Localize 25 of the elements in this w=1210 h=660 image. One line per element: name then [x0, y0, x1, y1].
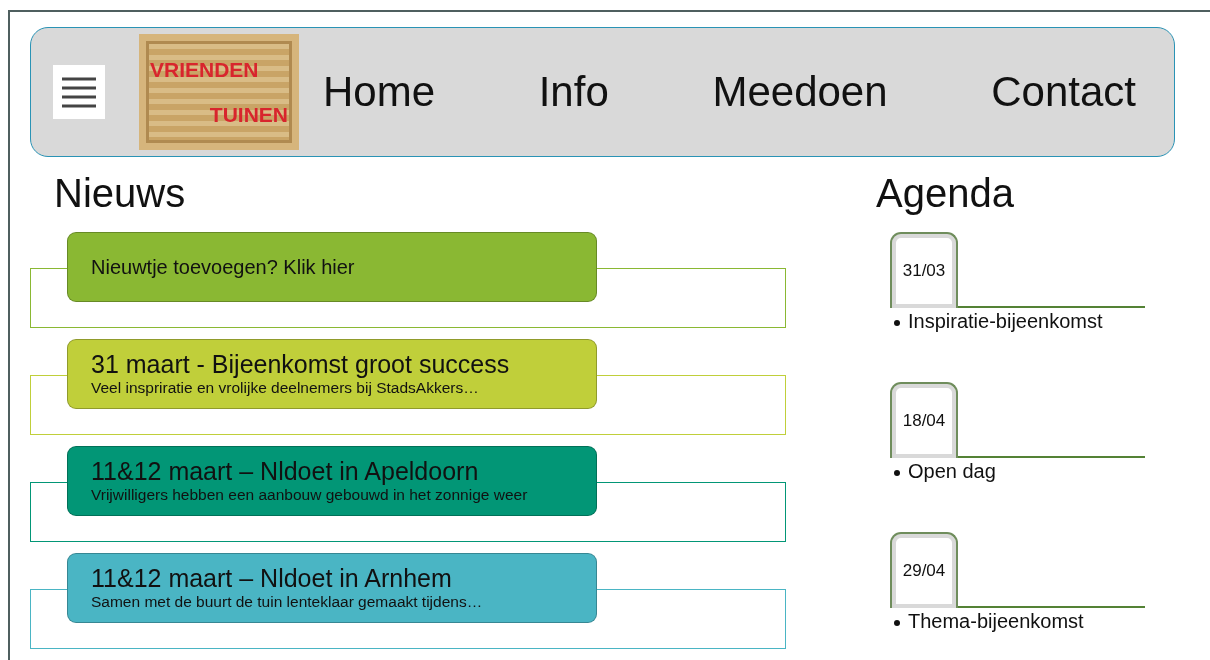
news-card[interactable]: 31 maart - Bijeenkomst groot success Veel inspriratie en vrolijke deelnemers bij StadsAkkers… — [67, 339, 597, 409]
bullet-icon — [894, 620, 900, 626]
news-summary: Vrijwilligers hebben een aanbouw gebouwd in het zonnige weer — [91, 485, 529, 504]
agenda-event: Open dag — [908, 460, 996, 483]
nav-link[interactable]: Info — [538, 68, 609, 116]
nav-link[interactable]: Home — [323, 68, 436, 116]
agenda-event: Thema-bijeenkomst — [908, 610, 1084, 633]
section-heading: Agenda — [876, 171, 1015, 216]
agenda-event: Inspiratie-bijeenkomst — [908, 310, 1103, 333]
news-title: 31 maart - Bijeenkomst groot success — [91, 351, 511, 379]
nav-link[interactable]: Meedoen — [712, 68, 888, 116]
menu-icon — [62, 76, 96, 108]
news-title: 11&12 maart – Nldoet in Arnhem — [91, 565, 453, 593]
section-heading: Nieuws — [54, 171, 187, 216]
news-card[interactable]: Nieuwtje toevoegen? Klik hier — [67, 232, 597, 302]
news-title: 11&12 maart – Nldoet in Apeldoorn — [91, 458, 480, 486]
news-summary: Samen met de buurt de tuin lenteklaar gemaakt tijdens… — [91, 592, 484, 611]
menu-button[interactable] — [53, 65, 105, 119]
news-card[interactable]: 11&12 maart – Nldoet in Apeldoorn Vrijwilligers hebben een aanbouw gebouwd in het zonnige weer — [67, 446, 597, 516]
bullet-icon — [894, 320, 900, 326]
news-summary: Veel inspriratie en vrolijke deelnemers bij StadsAkkers… — [91, 378, 480, 397]
nav-link[interactable]: Contact — [991, 68, 1136, 116]
news-card[interactable]: 11&12 maart – Nldoet in Arnhem Samen met de buurt de tuin lenteklaar gemaakt tijdens… — [67, 553, 597, 623]
bullet-icon — [894, 470, 900, 476]
add-news-text: Nieuwtje toevoegen? Klik hier — [91, 255, 356, 279]
